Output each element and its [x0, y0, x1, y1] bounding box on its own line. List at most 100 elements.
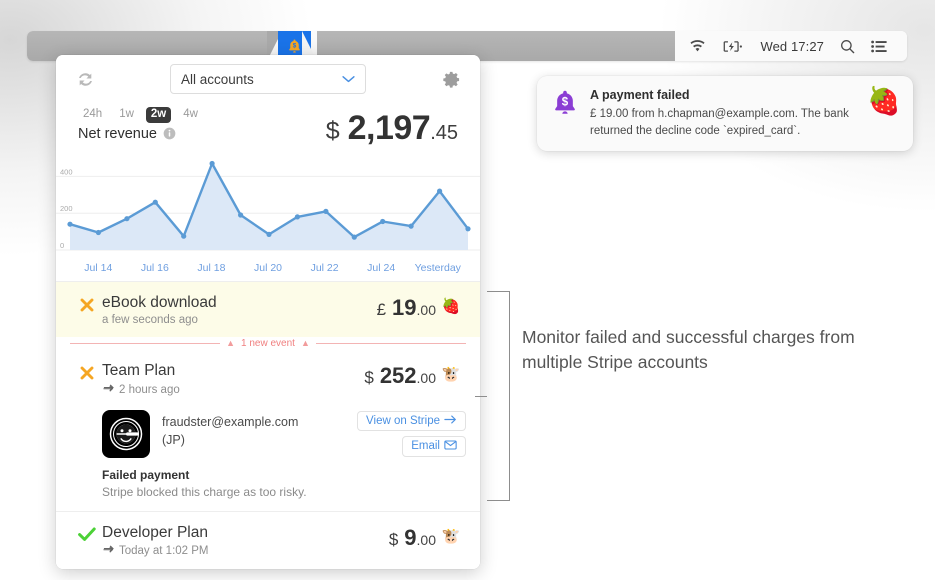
- status-failed-icon-2: [72, 361, 102, 381]
- row-avatar-emoji: 🍓: [441, 298, 461, 315]
- metric-label: Net revenue: [78, 125, 157, 142]
- row-body: Team Plan 2 hours ago: [102, 361, 364, 396]
- toast-body: A payment failed £ 19.00 from h.chapman@…: [590, 87, 856, 139]
- account-selector[interactable]: All accounts: [170, 64, 366, 94]
- row-timestamp: Today at 1:02 PM: [119, 545, 209, 558]
- detail-top: fraudster@example.com (JP) View on Strip…: [102, 409, 466, 458]
- svg-text:$: $: [293, 42, 297, 49]
- check-mark-icon: [78, 527, 96, 541]
- toast-avatar-emoji: 🍓: [867, 86, 901, 116]
- list-item-team-plan[interactable]: Team Plan 2 hours ago $ 252 .00 🐮: [56, 350, 480, 408]
- row-subtitle: Today at 1:02 PM: [102, 544, 389, 558]
- chart-x-tick: Jul 14: [84, 262, 113, 274]
- chart-x-tick: Jul 24: [367, 262, 396, 274]
- transaction-list: eBook download a few seconds ago £ 19 .0…: [56, 281, 480, 570]
- status-success-icon: [72, 523, 102, 542]
- status-failed-icon: [72, 293, 102, 313]
- account-selector-value: All accounts: [181, 71, 254, 87]
- view-on-stripe-button[interactable]: View on Stripe: [357, 410, 466, 431]
- panel-header: All accounts: [56, 55, 480, 103]
- chart-x-tick: Jul 20: [254, 262, 283, 274]
- envelope-icon: [444, 440, 457, 453]
- metric-label-row: Net revenue: [78, 126, 326, 142]
- new-event-label: 1 new event: [241, 338, 295, 350]
- toast-message: £ 19.00 from h.chapman@example.com. The …: [590, 108, 849, 137]
- stripe-monitor-panel: All accounts 24h 1w 2w 4w Net revenue $ …: [56, 55, 480, 570]
- menu-bar-status-area: Wed 17:27: [675, 31, 907, 61]
- refresh-icon: [78, 72, 92, 86]
- chart-x-axis: Jul 14 Jul 16 Jul 18 Jul 20 Jul 22 Jul 24 Yest…: [56, 262, 480, 281]
- range-24h[interactable]: 24h: [78, 107, 107, 123]
- transaction-detail: fraudster@example.com (JP) View on Strip…: [56, 407, 480, 511]
- gear-icon: [442, 71, 459, 88]
- row-title: Developer Plan: [102, 523, 208, 541]
- row-avatar-emoji: 🐮: [441, 366, 461, 384]
- info-icon[interactable]: [163, 127, 176, 140]
- email-button[interactable]: Email: [402, 435, 466, 457]
- chart-x-tick: Jul 18: [197, 262, 226, 274]
- failure-description: Stripe blocked this charge as too risky.: [102, 484, 307, 499]
- row-amount-whole: 9: [404, 524, 417, 550]
- list-item-developer-plan[interactable]: Developer Plan Today at 1:02 PM $ 9 .00 …: [56, 510, 480, 570]
- x-mark-icon: [80, 366, 94, 380]
- customer-email: fraudster@example.com: [162, 414, 299, 429]
- x-mark-icon: [80, 298, 94, 312]
- failure-title: Failed payment: [102, 467, 190, 482]
- menubar-clock[interactable]: Wed 17:27: [760, 39, 824, 54]
- wifi-icon[interactable]: [689, 39, 706, 53]
- revenue-summary: 24h 1w 2w 4w Net revenue $ 2,197 .45: [56, 103, 480, 152]
- annotation-text: Monitor failed and successful charges fr…: [522, 327, 855, 372]
- up-arrow-icon-2: ▲: [300, 338, 310, 349]
- notification-toast[interactable]: $ A payment failed £ 19.00 from h.chapma…: [537, 76, 913, 151]
- row-amount: £ 19 .00: [377, 293, 436, 321]
- row-amount-cents: .00: [416, 302, 436, 318]
- row-subtitle: 2 hours ago: [102, 383, 364, 397]
- time-range-selector: 24h 1w 2w 4w: [78, 107, 326, 123]
- chart-x-tick: Yesterday: [414, 262, 461, 274]
- divider-line-left: [70, 343, 221, 345]
- detail-actions: View on Stripe Email: [357, 410, 466, 457]
- row-avatar-emoji: 🐮: [441, 527, 461, 545]
- row-currency: £: [376, 300, 387, 319]
- customer-info: fraudster@example.com (JP): [150, 410, 357, 449]
- row-currency: $: [364, 368, 374, 388]
- settings-button[interactable]: [438, 66, 464, 92]
- range-2w[interactable]: 2w: [145, 107, 172, 123]
- chart-svg: 0 200 400: [56, 160, 480, 251]
- range-4w[interactable]: 4w: [178, 107, 203, 123]
- row-timestamp: 2 hours ago: [119, 383, 180, 396]
- battery-charging-icon[interactable]: [722, 40, 744, 53]
- view-on-stripe-label: View on Stripe: [366, 414, 440, 427]
- up-arrow-icon: ▲: [226, 338, 236, 349]
- annotation-bracket: [475, 291, 510, 501]
- revenue-chart[interactable]: 0 200 400: [56, 154, 480, 262]
- list-icon[interactable]: [871, 40, 887, 53]
- bell-dollar-icon: $: [551, 87, 579, 124]
- row-amount-whole: 19: [392, 295, 417, 320]
- chevron-down-icon: [342, 70, 355, 88]
- svg-text:400: 400: [60, 167, 73, 176]
- list-item-ebook[interactable]: eBook download a few seconds ago £ 19 .0…: [56, 282, 480, 338]
- divider-line-right: [315, 343, 466, 345]
- arrow-right-icon: [444, 415, 457, 427]
- svg-text:0: 0: [60, 241, 64, 250]
- row-subtitle: a few seconds ago: [102, 314, 377, 326]
- range-1w[interactable]: 1w: [114, 107, 139, 123]
- toast-title: A payment failed: [590, 88, 690, 102]
- annotation-bracket-tick: [475, 396, 487, 397]
- net-revenue-amount: $ 2,197 .45: [326, 105, 462, 148]
- email-button-label: Email: [411, 440, 440, 453]
- bell-dollar-icon: $: [289, 39, 300, 52]
- chart-x-tick: Jul 22: [310, 262, 339, 274]
- recurring-icon: [102, 383, 115, 397]
- search-icon[interactable]: [840, 39, 855, 54]
- row-currency: $: [388, 529, 399, 549]
- summary-left: 24h 1w 2w 4w Net revenue: [78, 105, 326, 142]
- row-body: eBook download a few seconds ago: [102, 293, 377, 326]
- amount-whole: 2,197: [347, 109, 431, 147]
- row-amount-cents: .00: [416, 370, 436, 387]
- row-body: Developer Plan Today at 1:02 PM: [102, 523, 389, 558]
- row-amount: $ 252 .00: [364, 361, 436, 389]
- refresh-button[interactable]: [72, 66, 98, 92]
- customer-location: (JP): [162, 432, 185, 447]
